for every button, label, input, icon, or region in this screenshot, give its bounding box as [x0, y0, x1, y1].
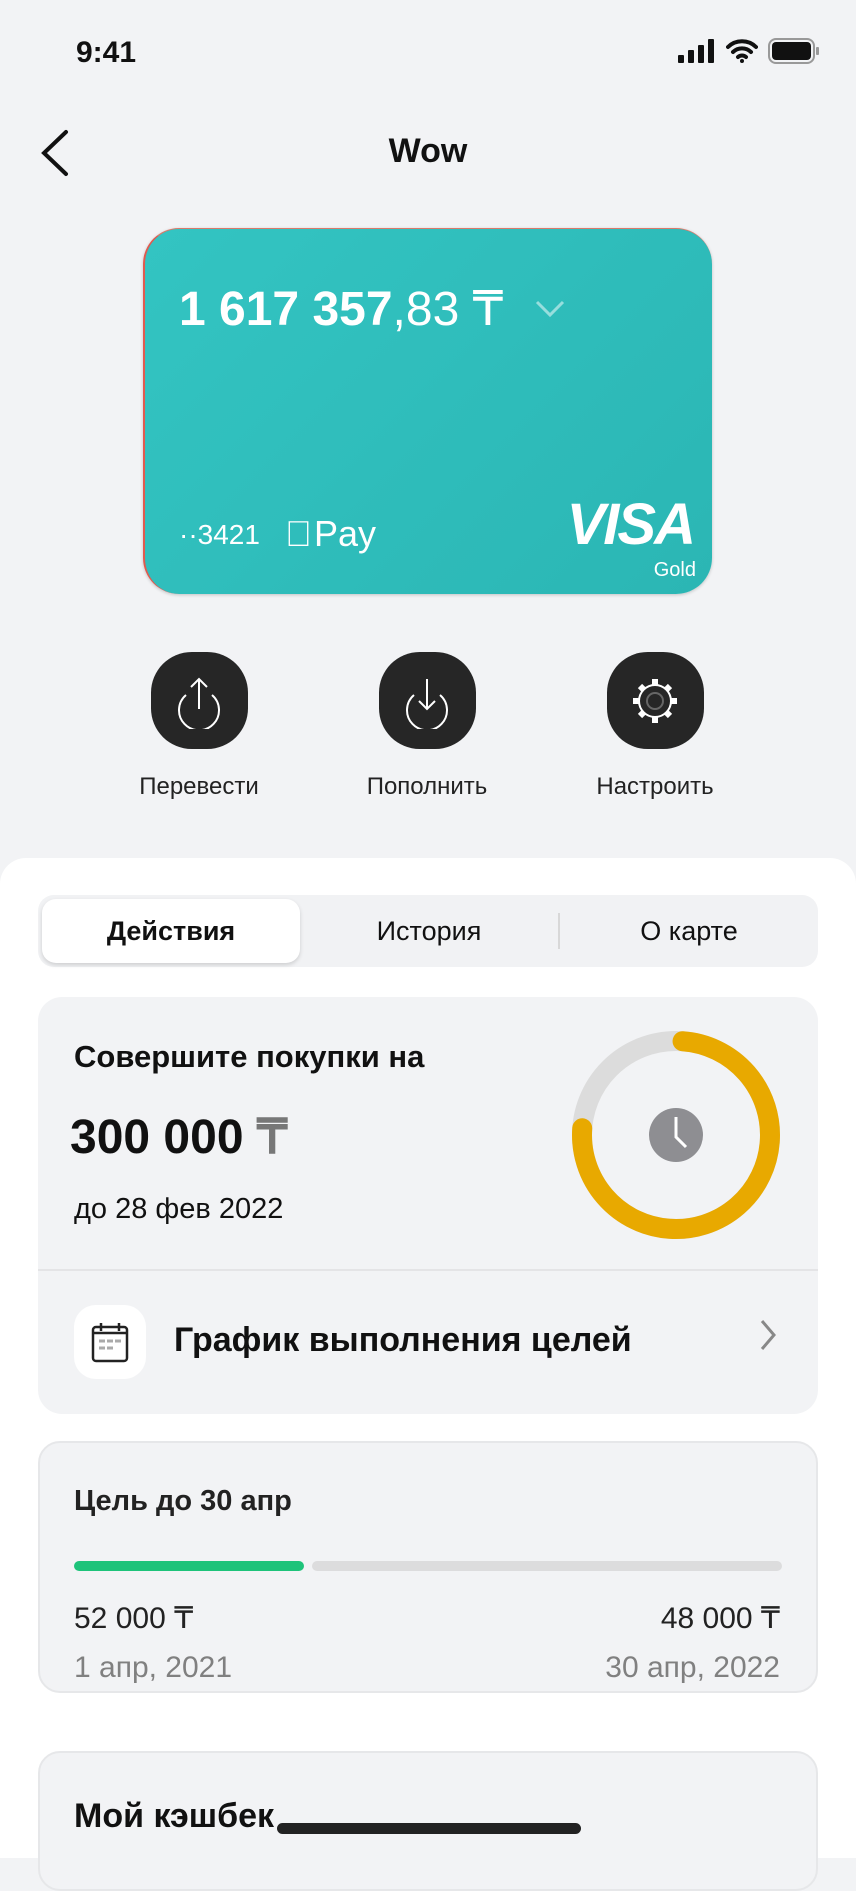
amount-value: 300 000: [70, 1111, 244, 1164]
purchase-challenge-card: Совершите покупки на 300 000 ₸ до 28 фев…: [38, 997, 818, 1414]
balance-decimal: ,83 ₸: [392, 283, 504, 336]
battery-icon: [768, 38, 819, 64]
cashback-title: Мой кэшбек: [74, 1797, 275, 1835]
action-label: Пополнить: [366, 773, 488, 800]
status-icons: [678, 38, 820, 64]
goal-saved-amount: 52 000 ₸: [74, 1602, 194, 1635]
goal-progress-bar: [74, 1561, 782, 1571]
card-last-digits: ··3421: [179, 519, 260, 550]
apple-icon: : [285, 513, 312, 555]
tab-actions[interactable]: Действия: [42, 899, 300, 963]
wifi-icon: [726, 39, 758, 63]
calendar-icon: [74, 1305, 146, 1379]
download-icon: [406, 678, 448, 729]
action-label: Настроить: [596, 773, 714, 800]
gear-icon: [633, 678, 677, 723]
cashback-card[interactable]: Мой кэшбек: [38, 1751, 818, 1891]
progress-remaining: [311, 1561, 782, 1571]
tab-history[interactable]: История: [300, 899, 558, 963]
action-label: Перевести: [139, 773, 259, 800]
segmented-tabs: Действия История О карте: [38, 895, 818, 967]
transfer-button[interactable]: Перевести: [119, 652, 279, 801]
status-time: 9:41: [76, 36, 137, 69]
bank-card[interactable]: 1 617 357,83 ₸ ··3421 Pay VISA Gold: [143, 228, 712, 594]
challenge-deadline: до 28 фев 2022: [74, 1193, 284, 1225]
tab-about-card[interactable]: О карте: [560, 899, 818, 963]
progress-ring: [572, 1031, 780, 1239]
card-balance: 1 617 357,83 ₸: [179, 281, 503, 337]
goals-schedule-label: График выполнения целей: [174, 1321, 632, 1359]
goal-end-date: 30 апр, 2022: [605, 1651, 780, 1684]
chevron-down-icon[interactable]: [535, 299, 565, 319]
visa-logo: VISA: [566, 492, 696, 557]
progress-fill: [74, 1561, 304, 1571]
goal-title: Цель до 30 апр: [74, 1485, 292, 1517]
apple-pay-badge: Pay: [285, 513, 376, 555]
signal-icon: [678, 39, 714, 63]
home-indicator[interactable]: [277, 1823, 581, 1834]
page-title: Wow: [388, 132, 468, 170]
card-tier: Gold: [653, 559, 696, 581]
top-up-button[interactable]: Пополнить: [347, 652, 507, 801]
upload-icon: [178, 677, 220, 729]
challenge-amount: 300 000 ₸: [70, 1109, 287, 1165]
goal-remaining-amount: 48 000 ₸: [660, 1602, 780, 1635]
apple-pay-label: Pay: [287, 513, 376, 554]
challenge-heading: Совершите покупки на: [74, 1039, 425, 1074]
balance-integer: 1 617 357: [179, 283, 393, 336]
chevron-right-icon: [760, 1320, 776, 1350]
settings-button[interactable]: Настроить: [575, 652, 735, 801]
goal-card[interactable]: Цель до 30 апр 52 000 ₸ 1 апр, 2021 48 0…: [38, 1441, 818, 1693]
goals-schedule-link[interactable]: График выполнения целей: [38, 1271, 818, 1414]
goal-start-date: 1 апр, 2021: [74, 1651, 233, 1684]
currency: ₸: [256, 1111, 288, 1164]
